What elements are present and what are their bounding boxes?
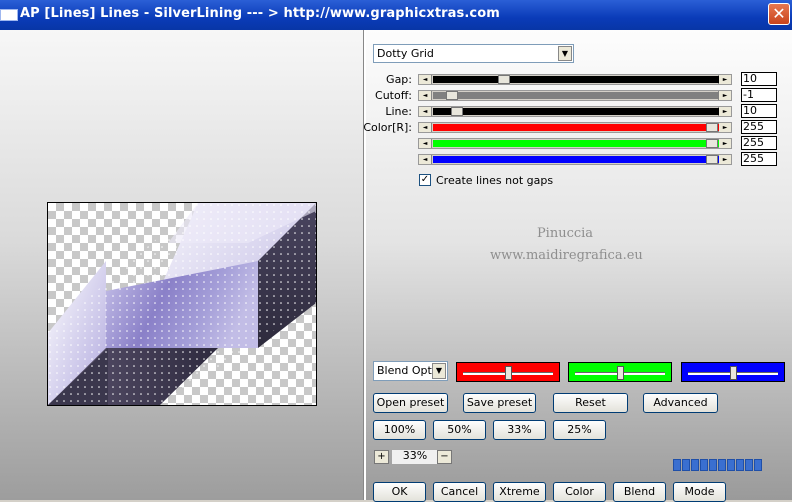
slider-fill	[433, 76, 719, 83]
slider-thumb[interactable]	[706, 123, 718, 132]
cancel-button[interactable]: Cancel	[433, 482, 486, 502]
slider-value-field[interactable]: 10	[741, 104, 777, 118]
slider-fill	[433, 124, 719, 131]
zoom-25-button[interactable]: 25%	[553, 420, 606, 440]
preview-panel	[0, 30, 363, 500]
slider-track[interactable]: ◄ ►	[418, 74, 732, 85]
zoom-minus-button[interactable]: −	[437, 450, 452, 464]
progress-segment	[673, 459, 681, 471]
slider-value-field[interactable]: 10	[741, 72, 777, 86]
create-lines-label: Create lines not gaps	[436, 174, 554, 187]
color-slider-knob[interactable]	[730, 366, 737, 380]
color-button[interactable]: Color	[553, 482, 606, 502]
slider-label: Gap:	[386, 73, 412, 86]
slider-track[interactable]: ◄ ►	[418, 138, 732, 149]
progress-segment	[682, 459, 690, 471]
title-bar: AP [Lines] Lines - SilverLining --- > ht…	[0, 0, 792, 30]
blend-button[interactable]: Blend	[613, 482, 666, 502]
progress-indicator	[673, 458, 765, 472]
slider-thumb[interactable]	[706, 155, 718, 164]
preview-image	[47, 202, 317, 406]
slider-label: Line:	[385, 105, 412, 118]
progress-segment	[727, 459, 735, 471]
chevron-right-icon[interactable]: ►	[718, 123, 731, 132]
window-title: AP [Lines] Lines - SilverLining --- > ht…	[20, 6, 500, 21]
ok-button[interactable]: OK	[373, 482, 426, 502]
slider-track[interactable]: ◄ ►	[418, 106, 732, 117]
chevron-down-icon[interactable]: ▼	[558, 46, 572, 61]
chevron-left-icon[interactable]: ◄	[419, 139, 432, 148]
create-lines-checkbox[interactable]: ✓	[419, 174, 431, 186]
zoom-100-button[interactable]: 100%	[373, 420, 426, 440]
slider-thumb[interactable]	[451, 107, 463, 116]
chevron-left-icon[interactable]: ◄	[419, 107, 432, 116]
slider-label: Cutoff:	[375, 89, 412, 102]
color-slider-knob[interactable]	[505, 366, 512, 380]
chevron-left-icon[interactable]: ◄	[419, 123, 432, 132]
slider-value-field[interactable]: 255	[741, 152, 777, 166]
progress-segment	[700, 459, 708, 471]
slider-label: Color[R]:	[363, 121, 412, 134]
slider-value-field[interactable]: 255	[741, 136, 777, 150]
open-preset-button[interactable]: Open preset	[373, 393, 448, 413]
progress-segment	[718, 459, 726, 471]
slider-track[interactable]: ◄ ►	[418, 122, 732, 133]
progress-segment	[691, 459, 699, 471]
progress-segment	[709, 459, 717, 471]
blend-options-dropdown[interactable]: Blend Optio ▼	[373, 361, 448, 381]
close-button[interactable]: ✕	[768, 3, 790, 25]
slider-fill	[433, 140, 719, 147]
check-icon: ✓	[420, 174, 430, 185]
slider-fill	[433, 108, 719, 115]
chevron-right-icon[interactable]: ►	[718, 107, 731, 116]
watermark-url: www.maidiregrafica.eu	[490, 248, 643, 263]
color-slider-knob[interactable]	[617, 366, 624, 380]
color-slider-box[interactable]	[681, 362, 785, 382]
chevron-right-icon[interactable]: ►	[718, 139, 731, 148]
color-slider-box[interactable]	[456, 362, 560, 382]
chevron-right-icon[interactable]: ►	[718, 155, 731, 164]
chevron-left-icon[interactable]: ◄	[419, 75, 432, 84]
slider-thumb[interactable]	[498, 75, 510, 84]
save-preset-button[interactable]: Save preset	[463, 393, 536, 413]
mode-button[interactable]: Mode	[673, 482, 726, 502]
zoom-plus-button[interactable]: +	[374, 450, 389, 464]
slider-thumb[interactable]	[446, 91, 458, 100]
zoom-33-button[interactable]: 33%	[493, 420, 546, 440]
chevron-right-icon[interactable]: ►	[718, 91, 731, 100]
slider-value-field[interactable]: -1	[741, 88, 777, 102]
preset-dropdown[interactable]: Dotty Grid ▼	[373, 44, 574, 63]
watermark-name: Pinuccia	[536, 226, 594, 241]
close-icon: ✕	[772, 4, 786, 23]
progress-segment	[736, 459, 744, 471]
chevron-right-icon[interactable]: ►	[718, 75, 731, 84]
slider-track[interactable]: ◄ ►	[418, 154, 732, 165]
advanced-button[interactable]: Advanced	[643, 393, 718, 413]
chevron-down-icon[interactable]: ▼	[432, 363, 446, 379]
zoom-value: 33%	[392, 450, 437, 464]
color-slider-box[interactable]	[568, 362, 672, 382]
slider-fill	[433, 156, 719, 163]
slider-thumb[interactable]	[706, 139, 718, 148]
chevron-left-icon[interactable]: ◄	[419, 155, 432, 164]
zoom-50-button[interactable]: 50%	[433, 420, 486, 440]
slider-track[interactable]: ◄ ►	[418, 90, 732, 101]
reset-button[interactable]: Reset	[553, 393, 628, 413]
progress-segment	[754, 459, 762, 471]
preset-dropdown-value: Dotty Grid	[377, 47, 434, 60]
slider-value-field[interactable]: 255	[741, 120, 777, 134]
progress-segment	[745, 459, 753, 471]
xtreme-button[interactable]: Xtreme	[493, 482, 546, 502]
chevron-left-icon[interactable]: ◄	[419, 91, 432, 100]
app-icon	[0, 9, 18, 21]
slider-fill	[433, 92, 719, 99]
